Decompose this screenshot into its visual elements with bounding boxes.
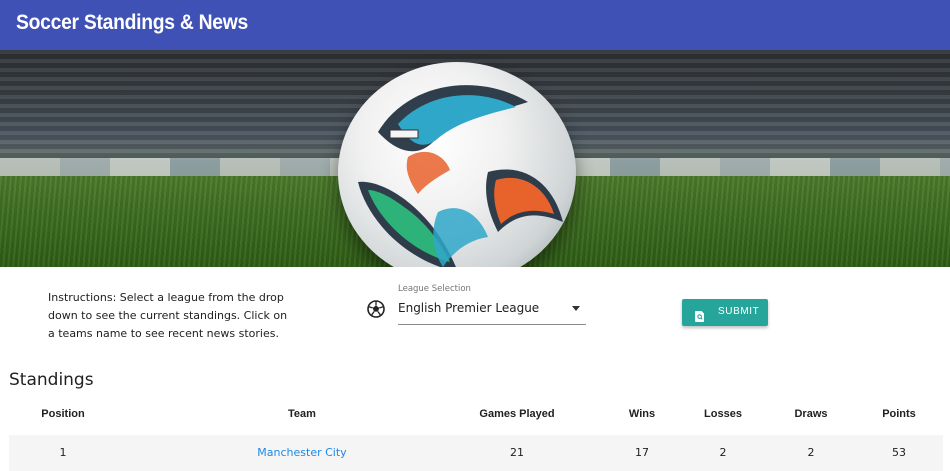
cell-draws: 2	[807, 446, 815, 459]
cell-points: 53	[892, 446, 906, 459]
league-select-value: English Premier League	[398, 301, 540, 315]
standings-grid: Position Team Games Played Wins Losses D…	[9, 401, 943, 471]
cell-wins: 17	[635, 446, 649, 459]
league-select[interactable]: League Selection English Premier League	[398, 284, 586, 325]
column-header-wins: Wins	[628, 408, 656, 420]
table-row: 1 Manchester City 21 17 2 2 53	[9, 435, 943, 471]
league-select-label: League Selection	[398, 284, 471, 294]
cell-position: 1	[59, 446, 67, 459]
soccer-ball-image	[338, 62, 576, 267]
instructions-text: Instructions: Select a league from the d…	[48, 291, 288, 340]
search-document-icon	[695, 307, 705, 322]
column-header-games-played: Games Played	[479, 408, 555, 420]
column-header-position: Position	[41, 408, 85, 420]
dropdown-caret-icon	[572, 306, 580, 311]
team-link-manchester-city[interactable]: Manchester City	[117, 446, 487, 459]
table-header-row: Position Team Games Played Wins Losses D…	[9, 401, 943, 429]
cell-games-played: 21	[510, 446, 524, 459]
app-bar: Soccer Standings & News	[0, 0, 950, 50]
controls-panel: Instructions: Select a league from the d…	[0, 267, 950, 357]
cell-losses: 2	[719, 446, 727, 459]
column-header-team: Team	[288, 408, 316, 420]
hero-banner-image	[0, 50, 950, 267]
column-header-points: Points	[882, 408, 916, 420]
column-header-losses: Losses	[704, 408, 742, 420]
standings-heading: Standings	[9, 370, 94, 390]
submit-button-label: SUBMIT	[718, 306, 760, 317]
submit-button[interactable]: SUBMIT	[682, 299, 768, 326]
app-title: Soccer Standings & News	[16, 11, 249, 34]
soccer-ball-icon	[366, 299, 386, 319]
column-header-draws: Draws	[794, 408, 828, 420]
